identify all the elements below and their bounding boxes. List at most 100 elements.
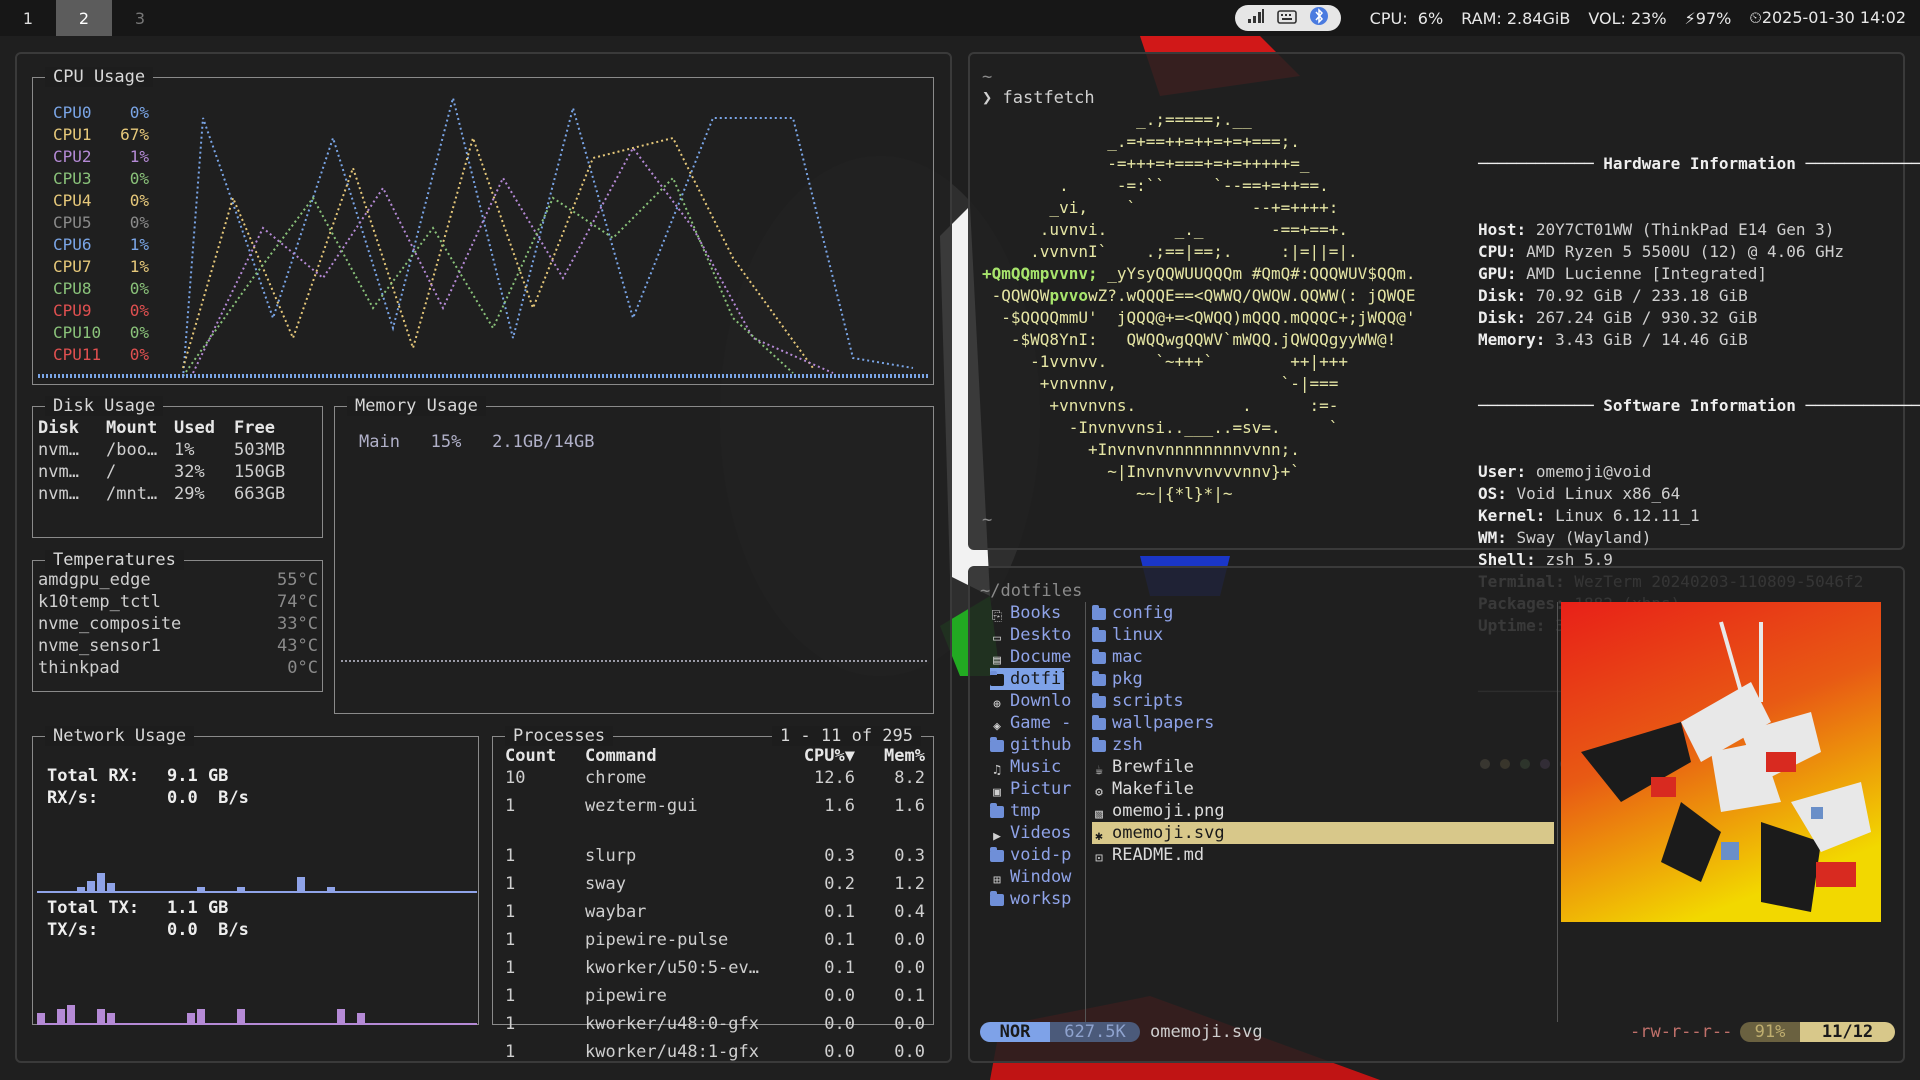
list-item[interactable]: ☕ Brewfile — [1092, 756, 1557, 778]
table-row[interactable]: 1 kworker/u48:1-gfx 0.0 0.0 — [505, 1041, 925, 1069]
workspace-3-button[interactable]: 3 — [112, 0, 168, 36]
process-header-cell[interactable]: Count — [505, 745, 585, 767]
workspace-1-button[interactable]: 1 — [0, 0, 56, 36]
list-item[interactable]: scripts — [1092, 690, 1557, 712]
file-name: omemoji.png — [1112, 801, 1225, 821]
cpu-core-value: 0% — [129, 103, 149, 122]
process-header-cell[interactable]: CPU%▼ — [785, 745, 855, 767]
list-item[interactable]: dotfil — [990, 668, 1071, 690]
desktop-icon: ▭ — [993, 631, 1001, 646]
list-item[interactable]: ▶ Videos — [990, 822, 1080, 844]
volume-status[interactable]: VOL: 23% — [1588, 9, 1666, 28]
disk-cell: 1% — [174, 440, 195, 460]
list-item[interactable]: void-p — [990, 844, 1080, 866]
table-row[interactable]: 10 chrome 12.6 8.2 — [505, 767, 925, 795]
info-row: Host: 20Y7CT01WW (ThinkPad E14 Gen 3) — [1478, 219, 1920, 241]
table-row[interactable]: nvm… / 32% 150GB — [38, 461, 285, 483]
clock[interactable]: ⏲2025-01-30 14:02 — [1749, 8, 1906, 28]
yazi-file-manager-window[interactable]: ~/dotfiles ⎘ Books ▭ Deskto ▤ Docume dotfil ⊕ Do… — [968, 566, 1905, 1063]
disk-header-free: Free — [234, 418, 275, 438]
table-row[interactable]: nvm… /mnt… 29% 663GB — [38, 483, 285, 505]
scroll-percent: 91% — [1740, 1022, 1800, 1042]
info-value: 20Y7CT01WW (ThinkPad E14 Gen 3) — [1535, 220, 1835, 239]
prompt-path-2: ~ — [982, 510, 993, 530]
table-row[interactable]: 1 pipewire 0.0 0.1 — [505, 985, 925, 1013]
cpu-core-row: CPU2 1% — [53, 146, 149, 168]
file-name: Window — [1010, 867, 1072, 887]
list-item[interactable]: ▧ omemoji.png — [1092, 800, 1557, 822]
list-item[interactable]: ⚙ Makefile — [1092, 778, 1557, 800]
disk-cell: nvm… — [38, 440, 79, 460]
table-row[interactable]: 1 waybar 0.1 0.4 — [505, 901, 925, 929]
list-item[interactable]: ▤ Docume — [990, 646, 1080, 668]
list-item[interactable]: ⊞ Window — [990, 866, 1080, 888]
process-header-cell[interactable]: Mem% — [855, 745, 925, 767]
sensor-name: amdgpu_edge — [38, 570, 151, 590]
table-row[interactable]: 1 slurp 0.3 0.3 — [505, 845, 925, 873]
list-item[interactable]: tmp — [990, 800, 1080, 822]
keyboard-icon[interactable] — [1277, 9, 1297, 28]
bluetooth-icon[interactable] — [1309, 6, 1329, 30]
file-name: config — [1112, 603, 1174, 623]
list-item[interactable]: config — [1092, 602, 1557, 624]
process-cell: chrome — [585, 768, 647, 788]
table-row[interactable] — [505, 823, 925, 845]
memory-main-amount: 2.1GB/14GB — [492, 432, 595, 452]
list-item[interactable]: pkg — [1092, 668, 1557, 690]
robot-preview-image — [1561, 602, 1881, 922]
network-graph-bar — [97, 873, 105, 891]
list-item[interactable]: linux — [1092, 624, 1557, 646]
info-key: CPU: — [1478, 242, 1517, 261]
info-key: OS: — [1478, 484, 1507, 503]
process-cell: 0.0 — [894, 1042, 925, 1062]
table-row[interactable]: 1 kworker/u48:0-gfx 0.0 0.0 — [505, 1013, 925, 1041]
info-key: GPU: — [1478, 264, 1517, 283]
list-item[interactable]: ⊕ Downlo — [990, 690, 1080, 712]
list-item[interactable]: wallpapers — [1092, 712, 1557, 734]
list-item[interactable]: ◈ Game - — [990, 712, 1080, 734]
network-graph-bar — [197, 1009, 205, 1023]
list-item[interactable]: ⊡ README.md — [1092, 844, 1557, 866]
cpu-core-row: CPU10 0% — [53, 322, 149, 344]
table-row[interactable]: 1 pipewire-pulse 0.1 0.0 — [505, 929, 925, 957]
cpu-graph-series — [192, 146, 834, 374]
cpu-core-row: CPU9 0% — [53, 300, 149, 322]
tx-graph — [37, 1005, 477, 1025]
cpu-core-value: 67% — [120, 125, 149, 144]
btop-window[interactable]: CPU Usage CPU0 0% CPU1 67% CPU2 1% CPU3 0% CPU4 0… — [15, 52, 952, 1063]
folder-icon — [1092, 605, 1106, 620]
network-icon[interactable] — [1247, 8, 1265, 28]
list-item[interactable]: worksp — [990, 888, 1080, 910]
process-cell: 1.6 — [894, 796, 925, 816]
list-item[interactable]: ▣ Pictur — [990, 778, 1080, 800]
sensor-temp: 43°C — [277, 636, 318, 656]
table-row[interactable]: 1 wezterm-gui 1.6 1.6 — [505, 795, 925, 823]
table-row[interactable]: 1 kworker/u50:5-ev… 0.1 0.0 — [505, 957, 925, 985]
list-item[interactable]: zsh — [1092, 734, 1557, 756]
system-tray — [1235, 5, 1341, 31]
list-item[interactable]: mac — [1092, 646, 1557, 668]
cpu-core-name: CPU2 — [53, 147, 92, 166]
list-item[interactable]: ▭ Deskto — [990, 624, 1080, 646]
list-item[interactable]: ♫ Music — [990, 756, 1080, 778]
process-cell: 0.1 — [824, 902, 855, 922]
clock-icon: ⏲ — [1749, 8, 1762, 27]
sensor-temp: 0°C — [287, 658, 318, 678]
network-graph-bar — [297, 877, 305, 891]
file-name: Music — [1010, 757, 1062, 777]
process-header-cell[interactable]: Command — [585, 745, 785, 767]
table-row[interactable]: nvm… /boo… 1% 503MB — [38, 439, 285, 461]
list-item[interactable]: github — [990, 734, 1080, 756]
info-row: Disk: 70.92 GiB / 233.18 GiB — [1478, 285, 1920, 307]
cpu-core-row: CPU1 67% — [53, 124, 149, 146]
network-graph-bar — [87, 881, 95, 891]
process-cell: 0.1 — [824, 958, 855, 978]
fastfetch-terminal-window[interactable]: ~ ❯ fastfetch _.;=====;.__ _.=+==++=++=+… — [968, 52, 1920, 769]
list-item[interactable]: ✱ omemoji.svg — [1092, 822, 1554, 844]
table-row[interactable]: 1 sway 0.2 1.2 — [505, 873, 925, 901]
file-name: github — [1010, 735, 1072, 755]
list-item[interactable]: ⎘ Books — [990, 602, 1080, 624]
file-name: Books — [1010, 603, 1062, 623]
disk-table: Disk Mount Used Free nvm… /boo… 1% 503MB nvm… /… — [38, 417, 285, 505]
workspace-2-button[interactable]: 2 — [56, 0, 112, 36]
